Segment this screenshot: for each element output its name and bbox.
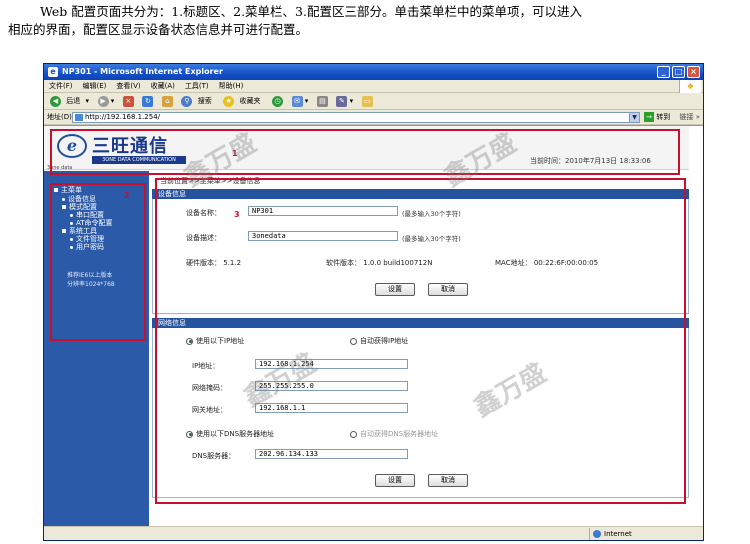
- go-label: 转到: [656, 113, 671, 121]
- search-label: 搜索: [197, 97, 212, 105]
- back-label: 后退: [66, 97, 81, 105]
- forward-button[interactable]: ▶ ▾: [95, 93, 118, 110]
- intro-line-2: 相应的界面，配置区显示设备状态信息并可进行配置。: [8, 22, 309, 37]
- menu-view[interactable]: 查看(V): [111, 80, 145, 93]
- address-dropdown-icon[interactable]: ▼: [629, 112, 640, 123]
- home-button[interactable]: ⌂: [159, 93, 176, 110]
- config-area-highlight: [155, 178, 686, 504]
- home-icon: ⌂: [161, 95, 173, 107]
- address-input[interactable]: http://192.168.1.254/: [72, 112, 640, 123]
- zone-label: Internet: [604, 530, 632, 538]
- security-zone: Internet: [589, 528, 699, 540]
- address-label: 地址(D): [47, 113, 72, 121]
- address-value: http://192.168.1.254/: [85, 113, 161, 121]
- globe-icon: [593, 530, 601, 538]
- search-button[interactable]: ⚲ 搜索: [178, 93, 217, 110]
- forward-arrow-icon: ▶: [97, 95, 109, 107]
- window-title: NP301 - Microsoft Internet Explorer: [62, 67, 223, 76]
- intro-line-1: Web 配置页面共分为：1.标题区、2.菜单栏、3.配置区三部分。单击菜单栏中的…: [40, 4, 582, 19]
- go-arrow-icon: →: [644, 112, 654, 122]
- favorites-button[interactable]: ★ 收藏夹: [220, 93, 266, 110]
- mail-icon: ✉: [291, 95, 303, 107]
- config-area-number: 3: [234, 210, 240, 219]
- links-label: 链接: [679, 113, 694, 121]
- menu-area-highlight: [50, 183, 146, 341]
- title-area-highlight: [50, 129, 680, 175]
- history-button[interactable]: ◷: [269, 93, 286, 110]
- print-button[interactable]: ▤: [314, 93, 331, 110]
- menu-tools[interactable]: 工具(T): [180, 80, 214, 93]
- title-bar: e NP301 - Microsoft Internet Explorer _ …: [44, 64, 703, 80]
- ie-icon: e: [48, 67, 58, 77]
- print-icon: ▤: [316, 95, 328, 107]
- menu-area-number: 2: [124, 191, 130, 200]
- address-bar: 地址(D) http://192.168.1.254/ ▼ → 转到 链接 »: [44, 110, 703, 125]
- page-icon: [75, 114, 83, 121]
- back-button[interactable]: ◀ 后退 ▾: [47, 93, 92, 110]
- menu-help[interactable]: 帮助(H): [214, 80, 249, 93]
- star-icon: ★: [223, 95, 235, 107]
- folder-icon: ▭: [361, 95, 373, 107]
- mail-button[interactable]: ✉ ▾: [289, 93, 312, 110]
- menu-edit[interactable]: 编辑(E): [78, 80, 112, 93]
- edit-icon: ✎: [336, 95, 348, 107]
- links-button[interactable]: 链接 »: [679, 110, 700, 125]
- favorites-label: 收藏夹: [239, 97, 261, 105]
- back-arrow-icon: ◀: [50, 95, 61, 107]
- windows-logo-icon: ❖: [679, 80, 701, 93]
- folder-button[interactable]: ▭: [359, 93, 376, 110]
- menu-file[interactable]: 文件(F): [44, 80, 78, 93]
- close-button[interactable]: ×: [687, 66, 700, 78]
- edit-button[interactable]: ✎ ▾: [333, 93, 356, 110]
- refresh-icon: ↻: [142, 95, 154, 107]
- stop-button[interactable]: ×: [120, 93, 137, 110]
- menu-bar: 文件(F) 编辑(E) 查看(V) 收藏(A) 工具(T) 帮助(H): [44, 80, 703, 93]
- status-bar: Internet: [44, 526, 703, 540]
- go-button[interactable]: → 转到: [644, 111, 670, 124]
- stop-icon: ×: [122, 95, 134, 107]
- title-area-number: 1: [232, 149, 238, 158]
- maximize-button[interactable]: □: [672, 66, 685, 78]
- search-icon: ⚲: [181, 95, 193, 107]
- history-icon: ◷: [272, 95, 284, 107]
- refresh-button[interactable]: ↻: [139, 93, 156, 110]
- menu-favorites[interactable]: 收藏(A): [146, 80, 180, 93]
- toolbar: ◀ 后退 ▾ ▶ ▾ × ↻ ⌂ ⚲ 搜索 ★ 收藏夹 ◷ ✉ ▾ ▤ ✎ ▾ …: [44, 93, 703, 110]
- minimize-button[interactable]: _: [657, 66, 670, 78]
- intro-text: Web 配置页面共分为：1.标题区、2.菜单栏、3.配置区三部分。单击菜单栏中的…: [8, 3, 744, 39]
